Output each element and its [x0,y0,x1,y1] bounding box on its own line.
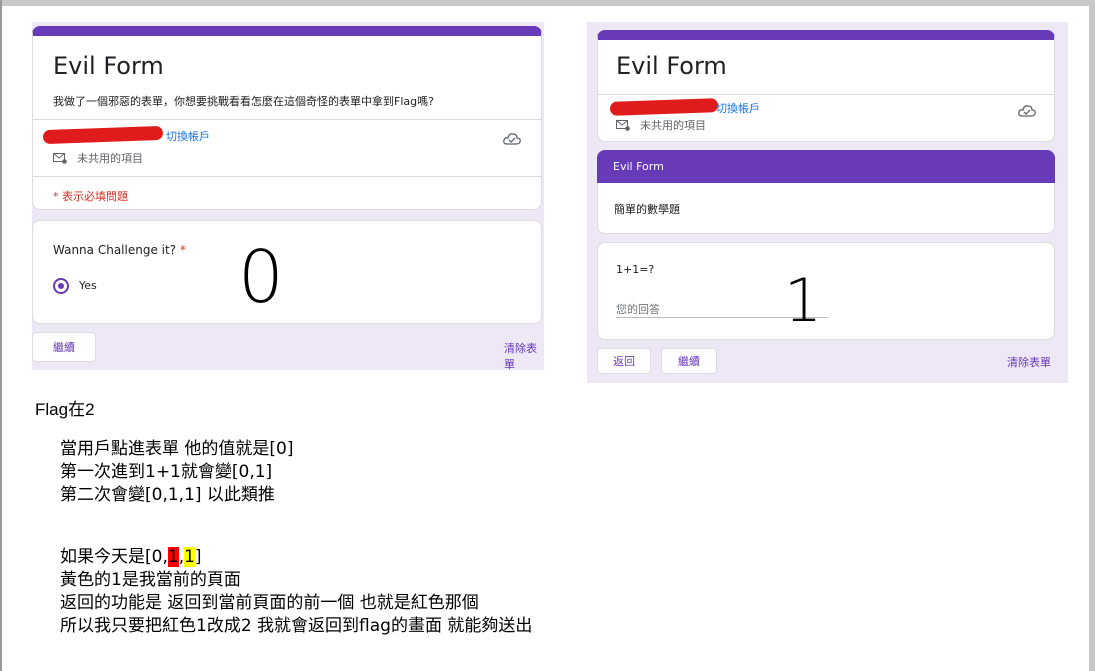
question-card: 1+1=? 您的回答 1 [597,242,1055,340]
divider [33,119,541,120]
mail-icon [616,119,630,131]
form-title: Evil Form [616,52,727,80]
flag-note-title: Flag在2 [35,400,95,419]
window-frame-top [0,0,1095,6]
note-line: 所以我只要把紅色1改成2 我就會返回到flag的畫面 就能夠送出 [60,616,533,636]
redacted-email [609,98,719,116]
highlight-yellow-value: 1 [184,547,195,567]
form-screenshot-start: Evil Form 我做了一個邪惡的表單，你想要挑戰看看怎麼在這個奇怪的表單中拿… [32,22,544,370]
clear-form-link[interactable]: 清除表單 [504,340,544,370]
page-index-number: 0 [238,235,284,319]
form-header-card: Evil Form 切換帳戶 未共用的項目 [597,30,1055,142]
next-button[interactable]: 繼續 [661,348,717,374]
back-button[interactable]: 返回 [597,348,651,374]
form-title: Evil Form [53,52,164,80]
next-button[interactable]: 繼續 [32,332,96,362]
form-screenshot-page1: Evil Form 切換帳戶 未共用的項目 Evil Form 簡單的數學題 1… [587,22,1068,383]
question-text: Wanna Challenge it? * [53,243,186,257]
cloud-saved-icon [1018,105,1036,117]
redacted-email [42,125,164,145]
required-note: * 表示必填問題 [53,190,128,203]
note-line: 第二次會變[0,1,1] 以此類推 [60,485,275,505]
not-shared-label: 未共用的項目 [640,119,706,132]
window-frame-left [0,0,2,671]
not-shared-label: 未共用的項目 [77,152,143,165]
form-description: 我做了一個邪惡的表單，你想要挑戰看看怎麼在這個奇怪的表單中拿到Flag嗎? [53,95,434,108]
page-index-number: 1 [784,266,823,336]
radio-yes-label: Yes [79,279,97,292]
switch-account-link[interactable]: 切換帳戶 [166,128,210,144]
not-shared-status: 未共用的項目 [53,150,143,166]
radio-yes[interactable] [53,278,69,294]
divider [33,176,541,177]
section-description: 簡單的數學題 [597,183,1055,234]
cloud-saved-icon [503,133,521,145]
section-header: Evil Form [597,150,1055,183]
question-text: 1+1=? [616,263,655,276]
notes-block-2: 如果今天是[0,1,1] 黃色的1是我當前的頁面 返回的功能是 返回到當前頁面的… [60,546,532,638]
clear-form-link[interactable]: 清除表單 [1007,354,1051,370]
window-frame-right [1089,0,1095,671]
switch-account-link[interactable]: 切換帳戶 [716,100,760,116]
mail-icon [53,152,67,164]
highlight-red-value: 1 [167,547,179,567]
note-line: 返回的功能是 返回到當前頁面的前一個 也就是紅色那個 [60,593,479,613]
divider [598,94,1054,95]
question-card: Wanna Challenge it? * Yes 0 [32,220,542,324]
note-line: 第一次進到1+1就會變[0,1] [60,462,273,482]
form-header-card: Evil Form 我做了一個邪惡的表單，你想要挑戰看看怎麼在這個奇怪的表單中拿… [32,26,542,210]
notes-block-1: 當用戶點進表單 他的值就是[0] 第一次進到1+1就會變[0,1] 第二次會變[… [60,438,293,507]
note-line: 當用戶點進表單 他的值就是[0] [60,439,294,459]
answer-input[interactable]: 您的回答 [616,301,660,317]
not-shared-status: 未共用的項目 [616,117,706,133]
note-line-highlighted: 如果今天是[0,1,1] [60,547,202,567]
note-line: 黃色的1是我當前的頁面 [60,570,241,590]
